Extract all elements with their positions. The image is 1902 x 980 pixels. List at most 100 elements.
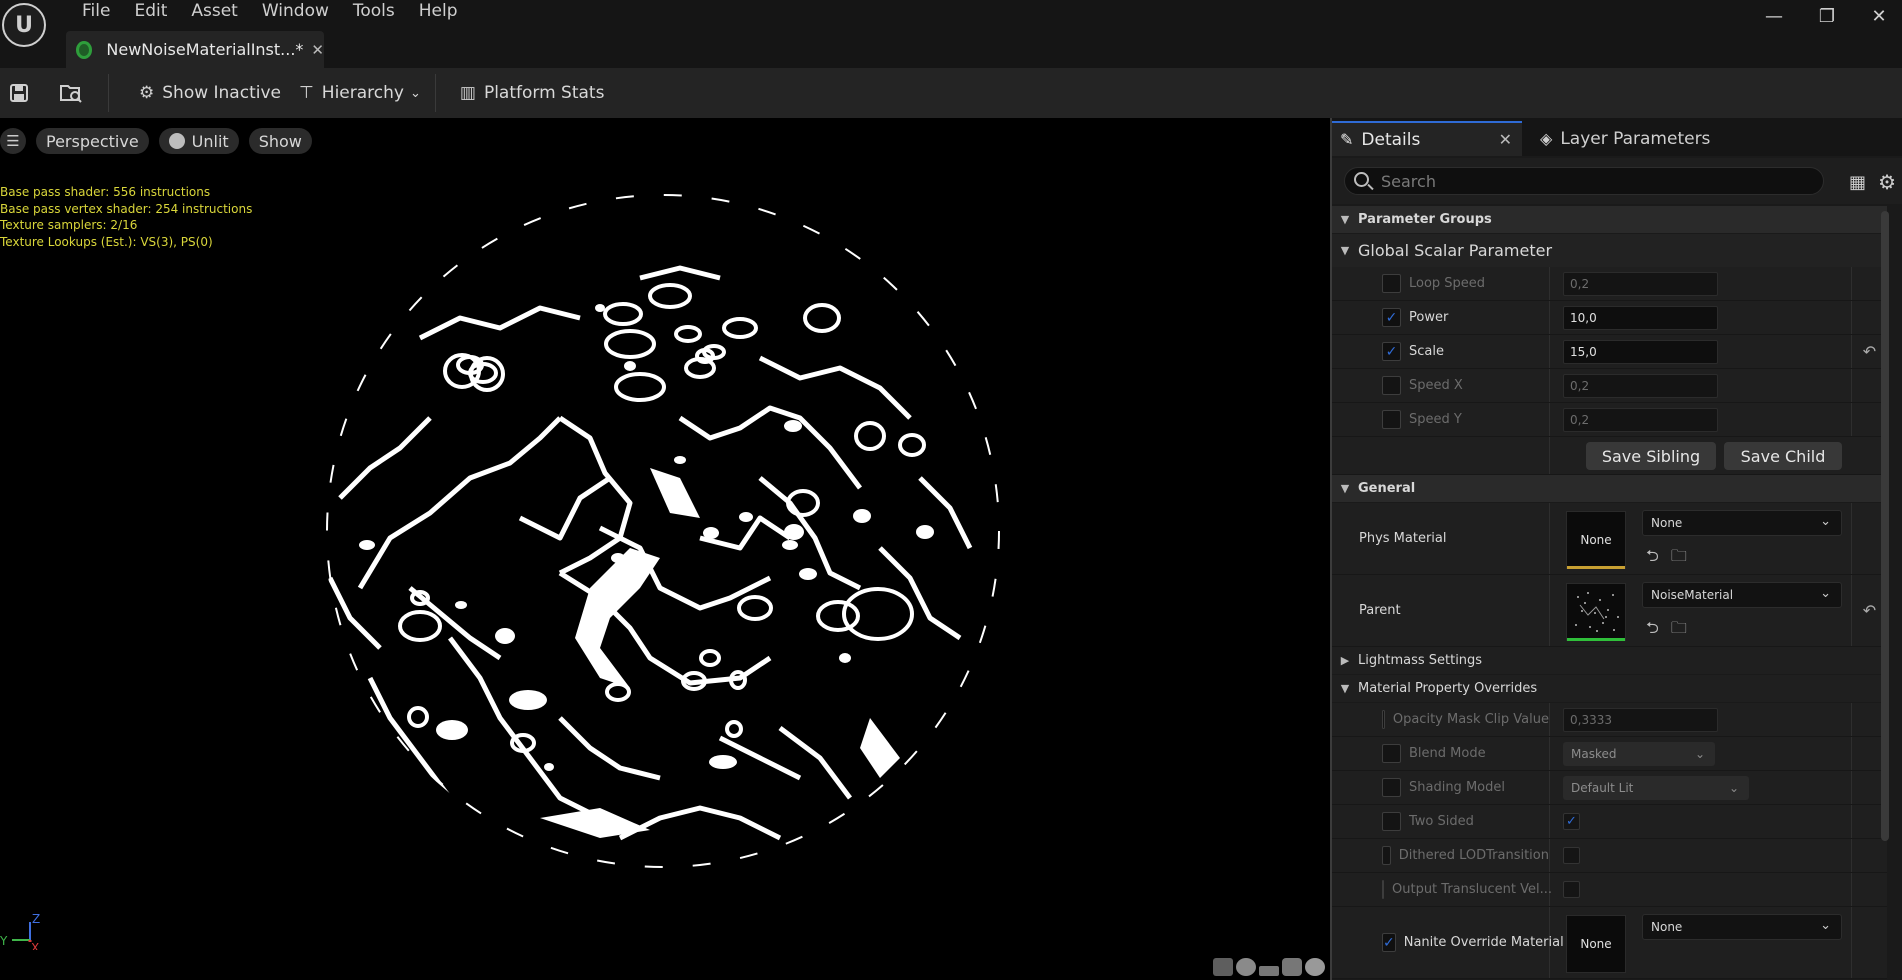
search-row: ▦ ⚙ — [1332, 158, 1902, 204]
use-selected-icon[interactable]: ⮌ — [1646, 617, 1659, 644]
override-dithered-lod: Dithered LODTransition — [1332, 839, 1887, 873]
shader-stats: Base pass shader: 556 instructions Base … — [0, 184, 252, 250]
override-checkbox[interactable] — [1382, 410, 1401, 429]
group-global-scalar[interactable]: ▼ Global Scalar Parameter — [1332, 234, 1887, 267]
param-name: Speed Y — [1409, 412, 1462, 427]
plane-mesh-icon[interactable] — [1259, 966, 1279, 976]
save-icon[interactable] — [0, 74, 38, 112]
section-lightmass-settings[interactable]: ▶ Lightmass Settings — [1332, 647, 1887, 675]
blend-mode-dropdown[interactable]: Masked ⌄ — [1563, 741, 1715, 766]
stats-line: Base pass shader: 556 instructions — [0, 185, 211, 199]
phys-material-picker[interactable]: None ⌄ — [1642, 510, 1842, 536]
override-checkbox[interactable] — [1382, 274, 1401, 293]
asset-tab[interactable]: NewNoiseMaterialInst...* ✕ — [66, 31, 324, 68]
tab-details[interactable]: ✎ Details ✕ — [1332, 121, 1522, 156]
section-parameter-groups[interactable]: ▼ Parameter Groups — [1332, 206, 1887, 234]
param-value-field[interactable]: 0,2 — [1563, 373, 1718, 398]
override-value-field[interactable]: 0,3333 — [1563, 707, 1718, 732]
platform-stats-button[interactable]: ▥ Platform Stats — [452, 75, 613, 111]
override-checkbox[interactable] — [1382, 880, 1384, 899]
override-checkbox[interactable] — [1382, 778, 1401, 797]
viewport-menu-icon[interactable]: ☰ — [0, 128, 26, 154]
shading-model-dropdown[interactable]: Default Lit ⌄ — [1563, 775, 1749, 800]
phys-material-thumbnail[interactable]: None — [1566, 511, 1626, 569]
cube-mesh-icon[interactable] — [1282, 958, 1302, 976]
close-tab-icon[interactable]: ✕ — [311, 41, 324, 59]
override-name: Two Sided — [1409, 814, 1474, 829]
tab-layer-parameters[interactable]: ◈ Layer Parameters — [1532, 121, 1752, 156]
perspective-button[interactable]: Perspective — [36, 128, 149, 154]
hierarchy-label: Hierarchy — [321, 83, 404, 103]
minimize-button[interactable]: — — [1759, 6, 1789, 27]
menu-window[interactable]: Window — [250, 0, 341, 22]
collapse-arrow-icon: ▼ — [1340, 244, 1350, 257]
nanite-material-thumbnail[interactable]: None — [1566, 915, 1626, 973]
property-rows: ▼ Parameter Groups ▼ Global Scalar Param… — [1332, 206, 1887, 979]
axis-gizmo: Z Y X — [0, 912, 40, 950]
sphere-mesh-icon[interactable] — [1236, 958, 1256, 976]
dithered-lod-checkbox[interactable] — [1563, 847, 1580, 864]
override-name: Nanite Override Material — [1403, 935, 1564, 950]
browse-icon[interactable]: 🗀 — [1671, 545, 1687, 572]
details-panel: ✎ Details ✕ ◈ Layer Parameters ▦ ⚙ ▼ Par… — [1330, 118, 1902, 980]
section-material-property-overrides[interactable]: ▼ Material Property Overrides — [1332, 675, 1887, 703]
restore-button[interactable]: ❐ — [1812, 6, 1842, 27]
gear-icon[interactable]: ⚙ — [1878, 170, 1896, 194]
nanite-material-picker[interactable]: None ⌄ — [1642, 914, 1842, 940]
table-view-icon[interactable]: ▦ — [1849, 172, 1866, 193]
save-child-button[interactable]: Save Child — [1724, 442, 1842, 470]
view-mode-button[interactable]: Unlit — [158, 128, 239, 154]
use-selected-icon[interactable]: ⮌ — [1646, 545, 1659, 572]
close-icon[interactable]: ✕ — [1499, 130, 1512, 149]
override-checkbox[interactable] — [1382, 710, 1385, 729]
browse-icon[interactable]: 🗀 — [1671, 617, 1687, 644]
search-input[interactable] — [1344, 167, 1824, 195]
override-checkbox[interactable] — [1382, 744, 1401, 763]
unreal-logo-icon[interactable]: U — [2, 3, 46, 47]
show-button[interactable]: Show — [248, 128, 312, 154]
override-two-sided: Two Sided ✓ — [1332, 805, 1887, 839]
override-checkbox[interactable] — [1382, 812, 1401, 831]
cylinder-mesh-icon[interactable] — [1213, 958, 1233, 976]
param-value-field[interactable]: 15,0 — [1563, 339, 1718, 364]
section-general[interactable]: ▼ General — [1332, 475, 1887, 503]
menu-help[interactable]: Help — [407, 0, 470, 22]
stats-line: Texture samplers: 2/16 — [0, 218, 138, 232]
search-icon — [1354, 172, 1369, 187]
output-translucent-checkbox[interactable] — [1563, 881, 1580, 898]
title-bar: U File Edit Asset Window Tools Help NewN… — [0, 0, 1902, 68]
parent-thumbnail[interactable] — [1566, 583, 1626, 641]
override-nanite-material: ✓ Nanite Override Material None None ⌄ — [1332, 907, 1887, 979]
section-label: Material Property Overrides — [1358, 681, 1538, 696]
param-speed-y: Speed Y 0,2 — [1332, 403, 1887, 437]
param-scale: ✓ Scale 15,0 ↶ — [1332, 335, 1887, 369]
save-buttons-row: Save Sibling Save Child — [1332, 437, 1887, 475]
param-value-field[interactable]: 0,2 — [1563, 407, 1718, 432]
close-window-button[interactable]: ✕ — [1864, 6, 1894, 27]
param-name: Loop Speed — [1409, 276, 1486, 291]
chevron-down-icon: ⌄ — [1820, 514, 1831, 529]
menu-tools[interactable]: Tools — [341, 0, 407, 22]
show-inactive-button[interactable]: ⚙ Show Inactive — [131, 75, 289, 111]
param-name: Power — [1409, 310, 1449, 325]
tab-details-label: Details — [1361, 129, 1421, 150]
menu-file[interactable]: File — [70, 0, 122, 22]
param-value-field[interactable]: 0,2 — [1563, 271, 1718, 296]
override-checkbox[interactable]: ✓ — [1382, 933, 1396, 952]
override-checkbox[interactable] — [1382, 846, 1391, 865]
override-checkbox[interactable]: ✓ — [1382, 308, 1401, 327]
picker-value: None — [1651, 516, 1683, 530]
two-sided-checkbox[interactable]: ✓ — [1563, 813, 1580, 830]
save-sibling-button[interactable]: Save Sibling — [1586, 442, 1716, 470]
override-checkbox[interactable]: ✓ — [1382, 342, 1401, 361]
hierarchy-button[interactable]: ⊤ Hierarchy ⌄ — [291, 75, 429, 111]
material-preview-viewport[interactable]: ☰ Perspective Unlit Show Base pass shade… — [0, 118, 1327, 980]
browse-asset-icon[interactable] — [52, 74, 90, 112]
param-value-field[interactable]: 10,0 — [1563, 305, 1718, 330]
menu-asset[interactable]: Asset — [179, 0, 249, 22]
override-checkbox[interactable] — [1382, 376, 1401, 395]
parent-picker[interactable]: NoiseMaterial ⌄ — [1642, 582, 1842, 608]
menu-edit[interactable]: Edit — [122, 0, 179, 22]
details-scrollbar[interactable] — [1881, 211, 1889, 841]
custom-mesh-icon[interactable] — [1305, 958, 1325, 976]
